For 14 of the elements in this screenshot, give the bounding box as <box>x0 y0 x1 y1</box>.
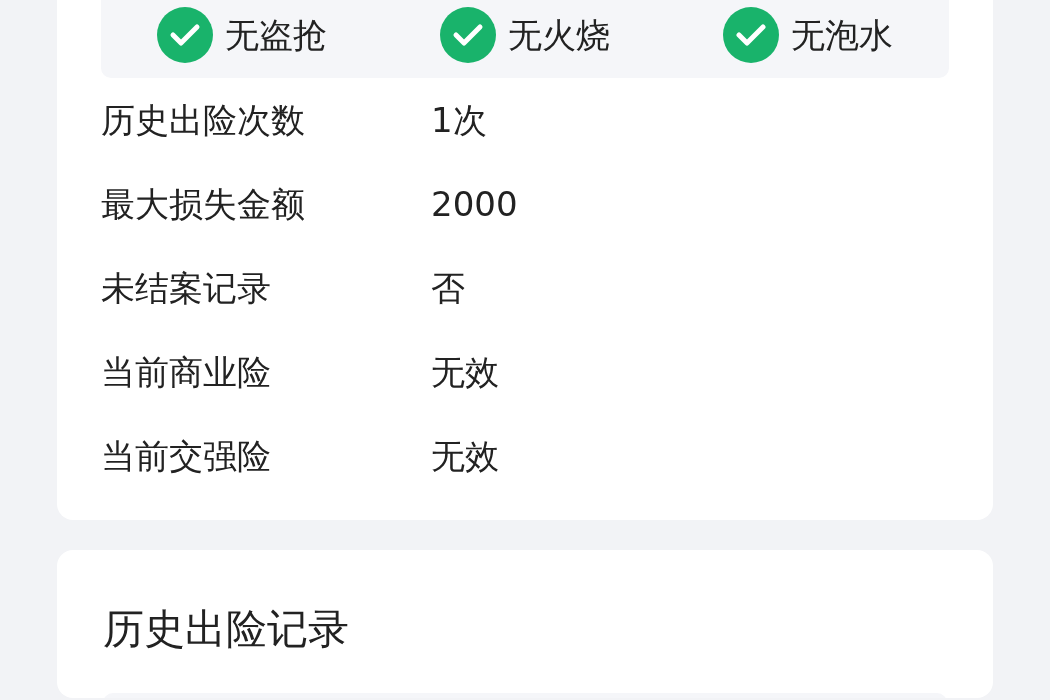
field-label: 最大损失金额 <box>101 182 306 226</box>
check-label: 无火烧 <box>508 13 610 57</box>
field-label: 未结案记录 <box>101 266 272 310</box>
field-value: 无效 <box>431 350 499 394</box>
field-label: 当前交强险 <box>101 434 272 478</box>
check-label: 无泡水 <box>790 13 893 57</box>
field-label: 历史出险次数 <box>101 98 306 142</box>
section-title: 历史出险记录 <box>103 604 350 655</box>
field-label: 当前商业险 <box>101 350 272 394</box>
check-label: 无盗抢 <box>225 13 328 57</box>
field-value: 否 <box>431 266 465 310</box>
field-value: 2000 <box>431 182 518 226</box>
field-value: 无效 <box>431 434 499 478</box>
field-value: 1次 <box>431 98 487 142</box>
